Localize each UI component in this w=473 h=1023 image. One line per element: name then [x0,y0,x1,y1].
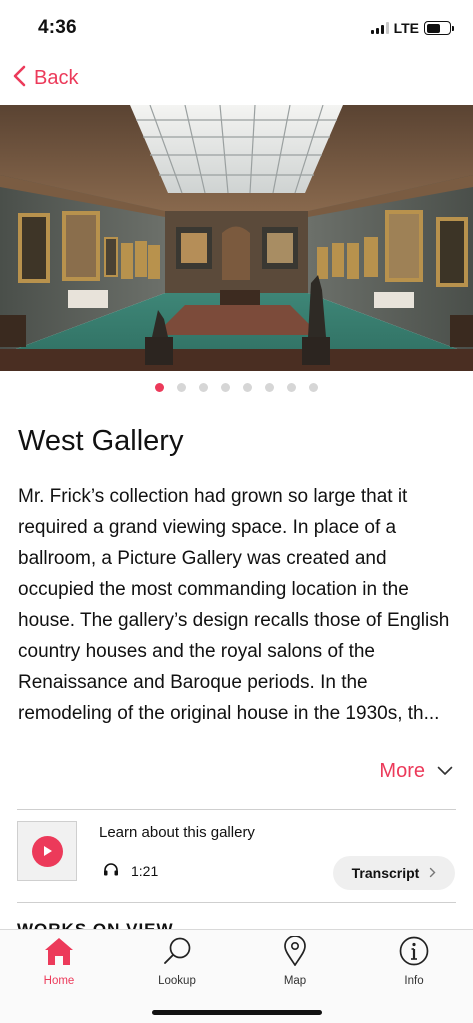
chevron-left-icon [12,64,28,93]
play-icon [31,835,63,867]
divider [17,902,456,903]
pager-dot[interactable] [265,383,274,392]
home-icon [43,936,75,971]
back-button[interactable]: Back [12,64,78,93]
tab-info[interactable]: Info [364,936,464,987]
tab-label: Home [43,975,75,987]
more-label: More [379,760,425,782]
home-indicator [152,1010,322,1015]
divider [17,809,456,810]
headphones-icon [103,862,119,879]
tab-label: Map [283,975,307,987]
pager-dot[interactable] [309,383,318,392]
play-button[interactable] [17,821,77,881]
info-icon [398,936,430,971]
pager-dot[interactable] [287,383,296,392]
tab-label: Info [404,975,424,987]
signal-icon [370,22,389,34]
chevron-right-icon [429,865,436,881]
search-icon [161,936,193,971]
page-title: West Gallery [18,425,184,457]
pager-dot[interactable] [177,383,186,392]
duration-label: 1:21 [131,862,159,879]
tab-label: Lookup [158,975,196,987]
pager-dot[interactable] [221,383,230,392]
audio-duration: 1:21 [103,862,158,879]
chevron-down-icon [437,763,453,781]
pager-dot[interactable] [243,383,252,392]
tab-lookup[interactable]: Lookup [127,936,227,987]
tab-bar: Home Lookup Map Info [0,929,473,1023]
network-label: LTE [393,20,419,36]
gallery-image[interactable] [0,105,473,371]
status-indicators: LTE [370,20,454,36]
back-label: Back [34,67,79,89]
tab-home[interactable]: Home [9,936,109,987]
more-button[interactable]: More [379,760,453,783]
pager-dot[interactable] [155,383,164,392]
status-time: 4:36 [38,17,77,38]
pager-dot[interactable] [199,383,208,392]
image-pager[interactable] [0,383,473,392]
map-pin-icon [279,935,311,971]
tab-map[interactable]: Map [245,935,345,987]
status-bar: 4:36 LTE [0,0,473,56]
transcript-button[interactable]: Transcript [333,856,455,890]
audio-title: Learn about this gallery [99,824,255,841]
transcript-label: Transcript [351,865,420,881]
gallery-description: Mr. Frick’s collection had grown so larg… [18,486,450,724]
battery-icon [424,21,454,35]
